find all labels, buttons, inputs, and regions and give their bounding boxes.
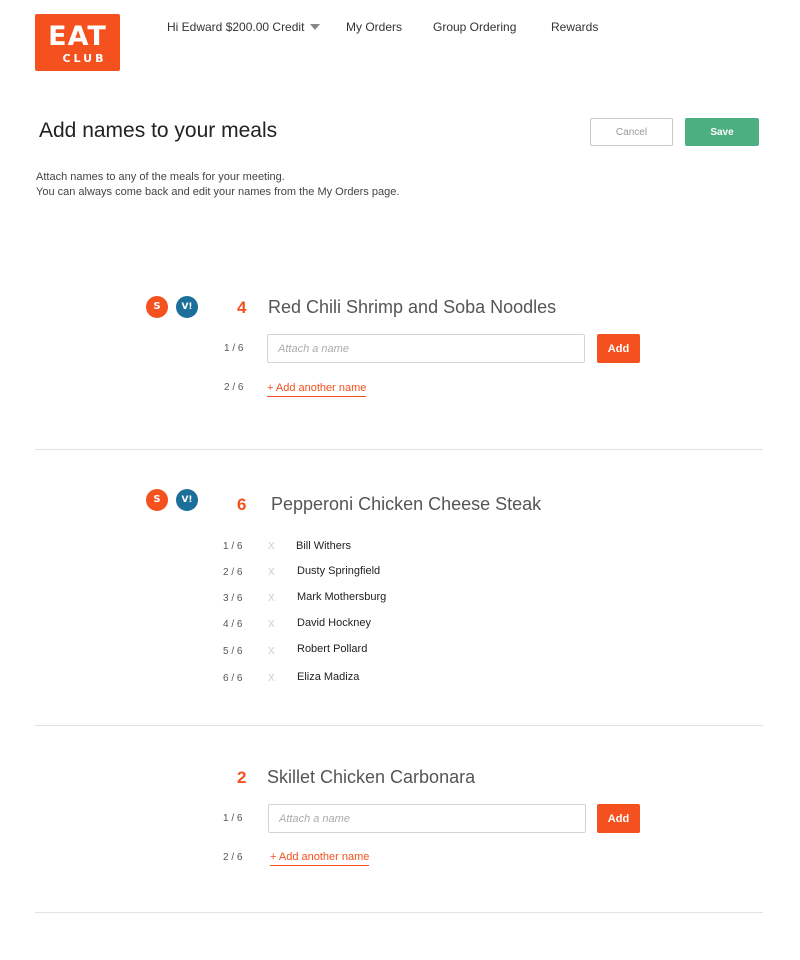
description-line: You can always come back and edit your n… [36, 186, 400, 198]
section-divider [35, 912, 763, 913]
save-button[interactable]: Save [685, 118, 759, 146]
spicy-badge-icon: S [146, 296, 168, 318]
name-slot-counter: 3 / 6 [223, 593, 243, 604]
nav-rewards[interactable]: Rewards [551, 20, 598, 34]
remove-name-icon[interactable]: X [268, 593, 275, 604]
cancel-button[interactable]: Cancel [590, 118, 673, 146]
meal-title: Pepperoni Chicken Cheese Steak [271, 494, 542, 514]
assigned-name: David Hockney [297, 617, 371, 629]
section-divider [35, 725, 763, 726]
nav-group-ordering[interactable]: Group Ordering [433, 20, 516, 34]
name-slot-counter: 2 / 6 [223, 852, 243, 863]
account-menu[interactable]: Hi Edward $200.00 Credit [167, 20, 321, 34]
page-description: Attach names to any of the meals for you… [36, 170, 399, 200]
assigned-name: Bill Withers [296, 540, 352, 552]
remove-name-icon[interactable]: X [268, 619, 275, 630]
name-slot-counter: 2 / 6 [224, 382, 244, 393]
name-slot-counter: 6 / 6 [223, 673, 243, 684]
section-divider [35, 449, 763, 450]
remove-name-icon[interactable]: X [268, 541, 275, 552]
name-slot-counter: 1 / 6 [224, 343, 244, 354]
remove-name-icon[interactable]: X [268, 567, 275, 578]
name-slot-counter: 1 / 6 [223, 541, 243, 552]
add-name-button[interactable]: Add [597, 334, 640, 363]
meal-title: Skillet Chicken Carbonara [267, 767, 476, 787]
remove-name-icon[interactable]: X [268, 673, 275, 684]
meal-quantity: 2 [237, 768, 247, 787]
logo-text-club: CLUB [62, 52, 107, 65]
add-name-button[interactable]: Add [597, 804, 640, 833]
description-line: Attach names to any of the meals for you… [36, 171, 285, 183]
attach-name-input[interactable] [268, 804, 586, 833]
meal-title: Red Chili Shrimp and Soba Noodles [268, 297, 557, 317]
add-another-name-link[interactable]: + Add another name [267, 382, 367, 397]
chevron-down-icon [310, 23, 321, 30]
meal-quantity: 4 [237, 298, 247, 317]
assigned-name: Dusty Springfield [297, 565, 381, 577]
name-slot-counter: 5 / 6 [223, 646, 243, 657]
add-another-name-link[interactable]: + Add another name [270, 851, 370, 866]
account-greeting: Hi Edward $200.00 Credit [167, 20, 305, 34]
name-slot-counter: 1 / 6 [223, 813, 243, 824]
logo-text-eat: EAT [48, 21, 107, 52]
spicy-badge-icon: S [146, 489, 168, 511]
name-slot-counter: 2 / 6 [223, 567, 243, 578]
assigned-name: Robert Pollard [297, 643, 368, 655]
assigned-name: Mark Mothersburg [297, 591, 387, 603]
remove-name-icon[interactable]: X [268, 646, 275, 657]
assigned-name: Eliza Madiza [297, 671, 360, 683]
meal-quantity: 6 [237, 495, 247, 514]
vegetarian-badge-icon: V! [176, 489, 198, 511]
name-slot-counter: 4 / 6 [223, 619, 243, 630]
attach-name-input[interactable] [267, 334, 585, 363]
vegetarian-badge-icon: V! [176, 296, 198, 318]
eat-club-logo[interactable]: EAT CLUB [35, 14, 120, 71]
nav-my-orders[interactable]: My Orders [346, 20, 402, 34]
page-title: Add names to your meals [39, 119, 278, 142]
